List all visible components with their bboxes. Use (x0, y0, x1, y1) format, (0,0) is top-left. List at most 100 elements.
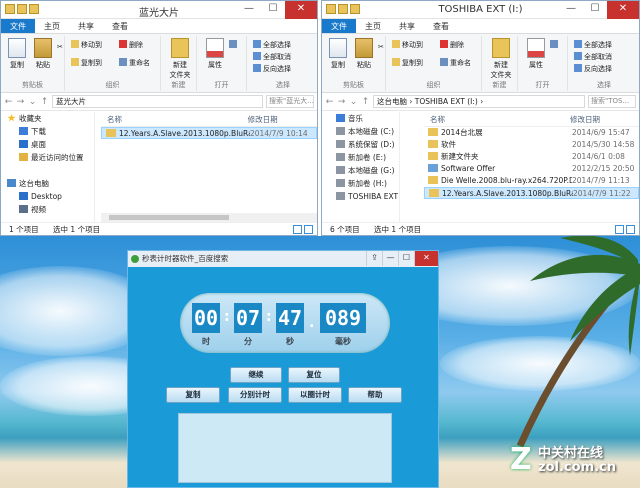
properties-button[interactable]: 属性 (524, 38, 548, 70)
move-to-button[interactable]: 移动到 (392, 40, 423, 50)
file-list[interactable]: 名称 修改日期 2014台北展 2014/6/9 15:47 软件 2014/5/3… (424, 112, 639, 222)
tree-item[interactable]: 新加卷 (H:) (322, 177, 399, 190)
back-arrow-icon[interactable]: ← (4, 97, 13, 107)
close-button[interactable]: ✕ (414, 251, 438, 266)
tree-item[interactable]: 音乐 (322, 112, 399, 125)
lap-timing-button[interactable]: 以圈计时 (288, 387, 342, 403)
column-name[interactable]: 名称 (424, 112, 570, 126)
output-textarea[interactable] (178, 413, 392, 483)
forward-arrow-icon[interactable]: → (337, 97, 346, 107)
open-icon[interactable] (550, 40, 560, 50)
tab-view[interactable]: 查看 (424, 19, 458, 33)
back-arrow-icon[interactable]: ← (325, 97, 334, 107)
list-item[interactable]: 新建文件夹 2014/6/1 0:08 (424, 151, 639, 163)
tree-item[interactable]: 最近访问的位置 (1, 151, 94, 164)
tree-item[interactable]: 桌面 (1, 138, 94, 151)
up-arrow-icon[interactable]: ↑ (40, 97, 49, 107)
move-to-button[interactable]: 移动到 (71, 40, 102, 50)
maximize-button[interactable]: ☐ (398, 251, 414, 266)
open-icon[interactable] (229, 40, 239, 50)
help-button[interactable]: 帮助 (348, 387, 402, 403)
tree-item[interactable]: 本地磁盘 (C:) (322, 125, 399, 138)
tab-file[interactable]: 文件 (322, 19, 356, 33)
copy-button[interactable]: 复制 (166, 387, 220, 403)
invert-selection-button[interactable]: 反向选择 (253, 64, 291, 74)
reset-button[interactable]: 复位 (288, 367, 340, 383)
explorer-window-bluray[interactable]: 蓝光大片 — ☐ ✕ 文件 主页 共享 查看 复制 粘贴 ✂ 剪贴板 移动到 删除 … (0, 0, 318, 236)
properties-button[interactable]: 属性 (203, 38, 227, 70)
tab-share[interactable]: 共享 (69, 19, 103, 33)
tree-item[interactable]: 下载 (1, 125, 94, 138)
tree-item[interactable] (1, 164, 94, 177)
new-folder-button[interactable]: 新建 文件夹 (486, 38, 516, 80)
minimize-button[interactable]: — (382, 251, 398, 266)
cut-icon[interactable]: ✂ (57, 42, 63, 52)
large-icons-view-icon[interactable] (304, 225, 313, 234)
recent-chevron-icon[interactable]: ⌄ (28, 97, 37, 107)
column-date[interactable]: 修改日期 (248, 112, 317, 126)
list-item[interactable]: Die Welle.2008.blu-ray.x264.720P.DTS...2… (424, 175, 639, 187)
select-none-button[interactable]: 全部取消 (574, 52, 612, 62)
list-item[interactable]: 2014台北展 2014/6/9 15:47 (424, 127, 639, 139)
rename-button[interactable]: 重命名 (119, 58, 150, 68)
select-all-button[interactable]: 全部选择 (574, 40, 612, 50)
file-list[interactable]: 名称 修改日期 12.Years.A.Slave.2013.1080p.BluR… (101, 112, 317, 222)
title-bar[interactable]: TOSHIBA EXT (I:) — ☐ ✕ (322, 1, 639, 19)
tab-share[interactable]: 共享 (390, 19, 424, 33)
tab-view[interactable]: 查看 (103, 19, 137, 33)
details-view-icon[interactable] (293, 225, 302, 234)
tree-item[interactable]: 新加卷 (E:) (322, 151, 399, 164)
pin-icon[interactable]: ⇪ (366, 251, 382, 266)
tree-item[interactable]: 视频 (1, 203, 94, 216)
copy-to-button[interactable]: 复制到 (392, 58, 423, 68)
select-none-button[interactable]: 全部取消 (253, 52, 291, 62)
maximize-button[interactable]: ☐ (261, 1, 285, 19)
list-item[interactable]: 12.Years.A.Slave.2013.1080p.BluRay.A...2… (424, 187, 639, 199)
tree-item[interactable]: Desktop (1, 190, 94, 203)
delete-button[interactable]: 删除 (440, 40, 464, 50)
tab-home[interactable]: 主页 (35, 19, 69, 33)
stopwatch-window[interactable]: 秒表计时器软件_百度搜索 ⇪ — ☐ ✕ 00 : 07 : 47 . 089 … (127, 250, 439, 488)
forward-arrow-icon[interactable]: → (16, 97, 25, 107)
horizontal-scrollbar[interactable] (101, 213, 317, 222)
copy-button[interactable]: 复制 (326, 38, 350, 70)
minimize-button[interactable]: — (237, 1, 261, 19)
list-item[interactable]: 12.Years.A.Slave.2013.1080p.BluRay.A... … (101, 127, 317, 139)
copy-button[interactable]: 复制 (5, 38, 29, 70)
paste-button[interactable]: 粘贴 (31, 38, 55, 70)
rename-button[interactable]: 重命名 (440, 58, 471, 68)
tree-item[interactable]: 收藏夹 (1, 112, 94, 125)
tab-file[interactable]: 文件 (1, 19, 35, 33)
address-input[interactable]: 蓝光大片 (52, 95, 263, 108)
search-input[interactable]: 搜索"TOS... (588, 95, 636, 108)
paste-button[interactable]: 粘贴 (352, 38, 376, 70)
tab-home[interactable]: 主页 (356, 19, 390, 33)
title-bar[interactable]: 蓝光大片 — ☐ ✕ (1, 1, 317, 19)
continue-button[interactable]: 继续 (230, 367, 282, 383)
recent-chevron-icon[interactable]: ⌄ (349, 97, 358, 107)
details-view-icon[interactable] (615, 225, 624, 234)
close-button[interactable]: ✕ (285, 1, 317, 19)
new-folder-button[interactable]: 新建 文件夹 (165, 38, 195, 80)
tree-item[interactable]: TOSHIBA EXT (I (322, 190, 399, 203)
minimize-button[interactable]: — (559, 1, 583, 19)
explorer-window-toshiba[interactable]: TOSHIBA EXT (I:) — ☐ ✕ 文件 主页 共享 查看 复制 粘贴 ✂… (321, 0, 640, 236)
view-toggle[interactable] (613, 225, 635, 234)
up-arrow-icon[interactable]: ↑ (361, 97, 370, 107)
delete-button[interactable]: 删除 (119, 40, 143, 50)
view-toggle[interactable] (291, 225, 313, 234)
address-input[interactable]: 这台电脑 › TOSHIBA EXT (I:) › (373, 95, 585, 108)
tree-item[interactable]: 系统保留 (D:) (322, 138, 399, 151)
copy-to-button[interactable]: 复制到 (71, 58, 102, 68)
large-icons-view-icon[interactable] (626, 225, 635, 234)
close-button[interactable]: ✕ (607, 1, 639, 19)
list-item[interactable]: 软件 2014/5/30 14:58 (424, 139, 639, 151)
select-all-button[interactable]: 全部选择 (253, 40, 291, 50)
invert-selection-button[interactable]: 反向选择 (574, 64, 612, 74)
search-input[interactable]: 搜索"蓝光大... (266, 95, 314, 108)
navigation-pane[interactable]: 音乐 本地磁盘 (C:) 系统保留 (D:) 新加卷 (E:) 本地磁盘 (G:… (322, 112, 400, 222)
column-date[interactable]: 修改日期 (570, 112, 639, 126)
split-timing-button[interactable]: 分别计时 (228, 387, 282, 403)
tree-item[interactable]: 本地磁盘 (G:) (322, 164, 399, 177)
title-bar[interactable]: 秒表计时器软件_百度搜索 ⇪ — ☐ ✕ (128, 251, 438, 267)
